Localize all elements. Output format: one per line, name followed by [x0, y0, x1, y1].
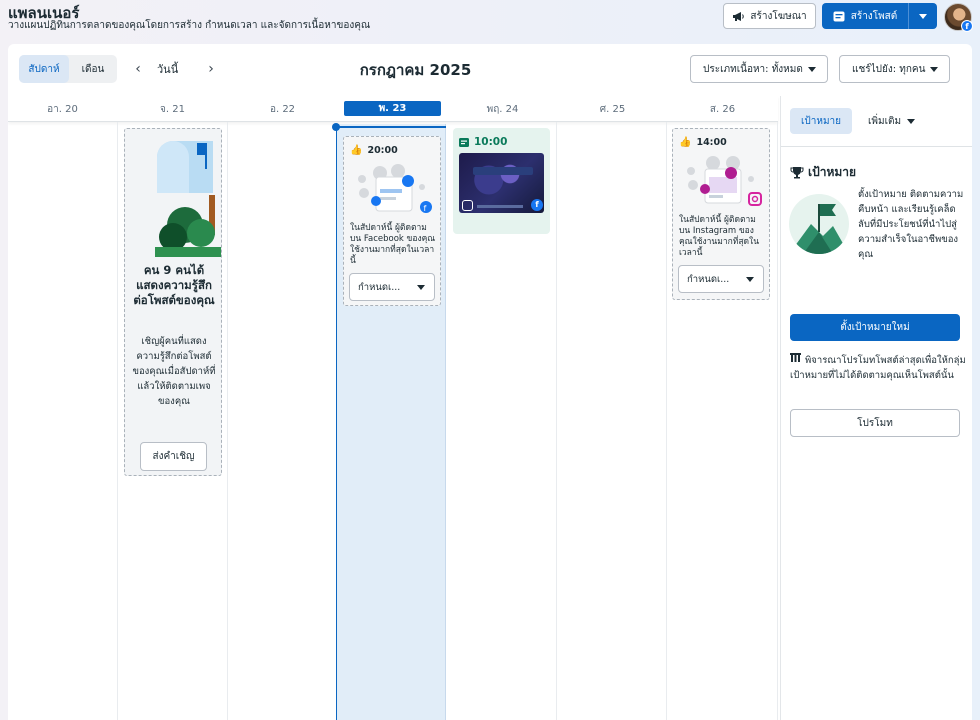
promote-button[interactable]: โปรโมท	[790, 409, 960, 437]
planner-main: สัปดาห์ เดือน ‹ วันนี้ › กรกฎาคม 2025 ปร…	[8, 44, 972, 720]
chevron-down-icon	[808, 66, 816, 72]
schedule-button[interactable]: กำหนดเ...	[349, 273, 435, 301]
svg-text:f: f	[424, 204, 427, 213]
today-button[interactable]: วันนี้	[157, 60, 178, 78]
month-title: กรกฎาคม 2025	[359, 61, 472, 79]
day-header-today: พ. 23	[344, 101, 441, 116]
current-time-line	[336, 126, 446, 128]
chevron-down-icon	[746, 276, 754, 282]
page-subtitle: วางแผนปฏิทินการตลาดของคุณโดยการสร้าง กำห…	[8, 20, 371, 31]
facebook-icon: f	[531, 199, 543, 211]
schedule-button-label: กำหนดเ...	[687, 273, 730, 285]
scheduled-post-time: 10:00	[459, 136, 507, 148]
suggested-time-text: ในสัปดาห์นี้ ผู้ติดตามบน Instagram ของคุ…	[679, 215, 760, 258]
panel-divider	[781, 146, 972, 147]
suggested-time: 👍 20:00	[350, 145, 398, 156]
day-header: ศ. 25	[599, 104, 626, 115]
post-icon	[459, 137, 469, 147]
day-headers: อา. 20 จ. 21 อ. 22 พ. 23 พฤ. 24 ศ. 25 ส.…	[8, 96, 778, 122]
promo-text: พิจารณาโปรโมทโพสต์ล่าสุดเพื่อให้กลุ่มเป้…	[790, 355, 966, 381]
instagram-engagement-illustration	[687, 156, 762, 206]
thumbnail-caption-bar	[473, 167, 533, 175]
column-divider	[556, 122, 557, 720]
chevron-down-icon	[907, 118, 916, 124]
goal-description: ตั้งเป้าหมาย ติดตามความคืบหน้า และเรียนร…	[858, 189, 964, 260]
promo-icon	[790, 353, 802, 368]
create-post-label: สร้างโพสต์	[850, 10, 898, 22]
chevron-down-icon	[930, 66, 938, 72]
invite-title: คน 9 คนได้แสดงความรู้สึกต่อโพสต์ของคุณ	[133, 263, 215, 307]
tab-more-label: เพิ่มเติม	[868, 115, 902, 127]
tab-more[interactable]: เพิ่มเติม	[862, 108, 926, 134]
suggested-time-label: 14:00	[696, 137, 727, 148]
promo-suggestion: พิจารณาโปรโมทโพสต์ล่าสุดเพื่อให้กลุ่มเป้…	[790, 353, 968, 383]
day-header: อ. 22	[269, 104, 296, 115]
right-panel: เป้าหมาย เพิ่มเติม เป้าหมาย ตั้งเป้าหมาย…	[780, 96, 972, 720]
shared-to-filter[interactable]: แชร์ไปยัง: ทุกคน	[839, 55, 950, 83]
scheduled-post-thumbnail: f	[459, 153, 544, 213]
schedule-button[interactable]: กำหนดเ...	[678, 265, 764, 293]
thumbs-up-icon: 👍	[679, 137, 692, 148]
facebook-engagement-illustration: f	[358, 164, 432, 213]
suggested-time: 👍 14:00	[679, 137, 727, 148]
facebook-badge-icon: f	[961, 20, 973, 32]
schedule-button-label: กำหนดเ...	[358, 281, 401, 293]
calendar-toolbar: สัปดาห์ เดือน ‹ วันนี้ › กรกฎาคม 2025 ปร…	[8, 44, 972, 94]
thumbnail-subtitle-bar	[477, 205, 523, 208]
day-header: พฤ. 24	[486, 104, 519, 115]
thumbs-up-icon: 👍	[350, 145, 363, 156]
view-month-button[interactable]: เดือน	[69, 55, 117, 83]
goal-heading-label: เป้าหมาย	[808, 165, 857, 179]
tab-goals[interactable]: เป้าหมาย	[790, 108, 852, 134]
scheduled-post-time-label: 10:00	[474, 136, 508, 148]
megaphone-icon	[733, 11, 745, 21]
post-icon	[833, 11, 845, 21]
suggested-time-card: 👍 20:00 f ในสัปดาห์นี้ ผู้ติดตามบน Faceb…	[343, 136, 441, 306]
current-time-dot	[332, 123, 340, 131]
flag-mountain-icon	[789, 204, 849, 254]
column-divider	[227, 122, 228, 720]
chevron-down-icon	[417, 284, 425, 290]
suggested-time-card: 👍 14:00 ในสัปดาห์นี้ ผู้ติดตามบน Instagr…	[672, 128, 770, 300]
chevron-down-icon	[919, 13, 927, 19]
create-post-dropdown[interactable]	[908, 3, 937, 29]
column-divider	[117, 122, 118, 720]
suggested-time-label: 20:00	[367, 145, 398, 156]
set-new-goal-button[interactable]: ตั้งเป้าหมายใหม่	[790, 314, 960, 341]
create-ad-label: สร้างโฆษณา	[750, 10, 807, 22]
invite-description: เชิญผู้คนที่แสดงความรู้สึกต่อโพสต์ของคุณ…	[132, 336, 216, 407]
day-header: จ. 21	[160, 104, 185, 115]
view-switcher: สัปดาห์ เดือน	[19, 55, 117, 83]
instagram-icon	[462, 200, 473, 211]
day-header: ส. 26	[709, 104, 736, 115]
create-ad-button[interactable]: สร้างโฆษณา	[723, 3, 816, 29]
page-header: แพลนเนอร์ วางแผนปฏิทินการตลาดของคุณโดยกา…	[0, 0, 980, 42]
mailbox-illustration	[155, 141, 221, 257]
scheduled-post[interactable]: 10:00 f	[453, 128, 550, 234]
column-divider	[666, 122, 667, 720]
chevron-right-icon[interactable]: ›	[201, 58, 221, 80]
view-week-button[interactable]: สัปดาห์	[19, 55, 69, 83]
goal-heading: เป้าหมาย	[790, 163, 856, 182]
trophy-icon	[790, 167, 804, 179]
day-header: อา. 20	[47, 104, 78, 115]
goal-illustration	[789, 194, 849, 254]
invite-card: คน 9 คนได้แสดงความรู้สึกต่อโพสต์ของคุณ เ…	[124, 128, 222, 476]
chevron-left-icon[interactable]: ‹	[128, 58, 148, 80]
content-type-filter[interactable]: ประเภทเนื้อหา: ทั้งหมด	[690, 55, 828, 83]
send-invite-button[interactable]: ส่งคำเชิญ	[140, 442, 207, 471]
suggested-time-text: ในสัปดาห์นี้ ผู้ติดตามบน Facebook ของคุณ…	[350, 223, 436, 266]
content-type-filter-label: ประเภทเนื้อหา: ทั้งหมด	[703, 63, 803, 75]
shared-to-filter-label: แชร์ไปยัง: ทุกคน	[852, 63, 926, 75]
create-post-button[interactable]: สร้างโพสต์	[822, 3, 908, 29]
column-divider	[777, 122, 778, 720]
